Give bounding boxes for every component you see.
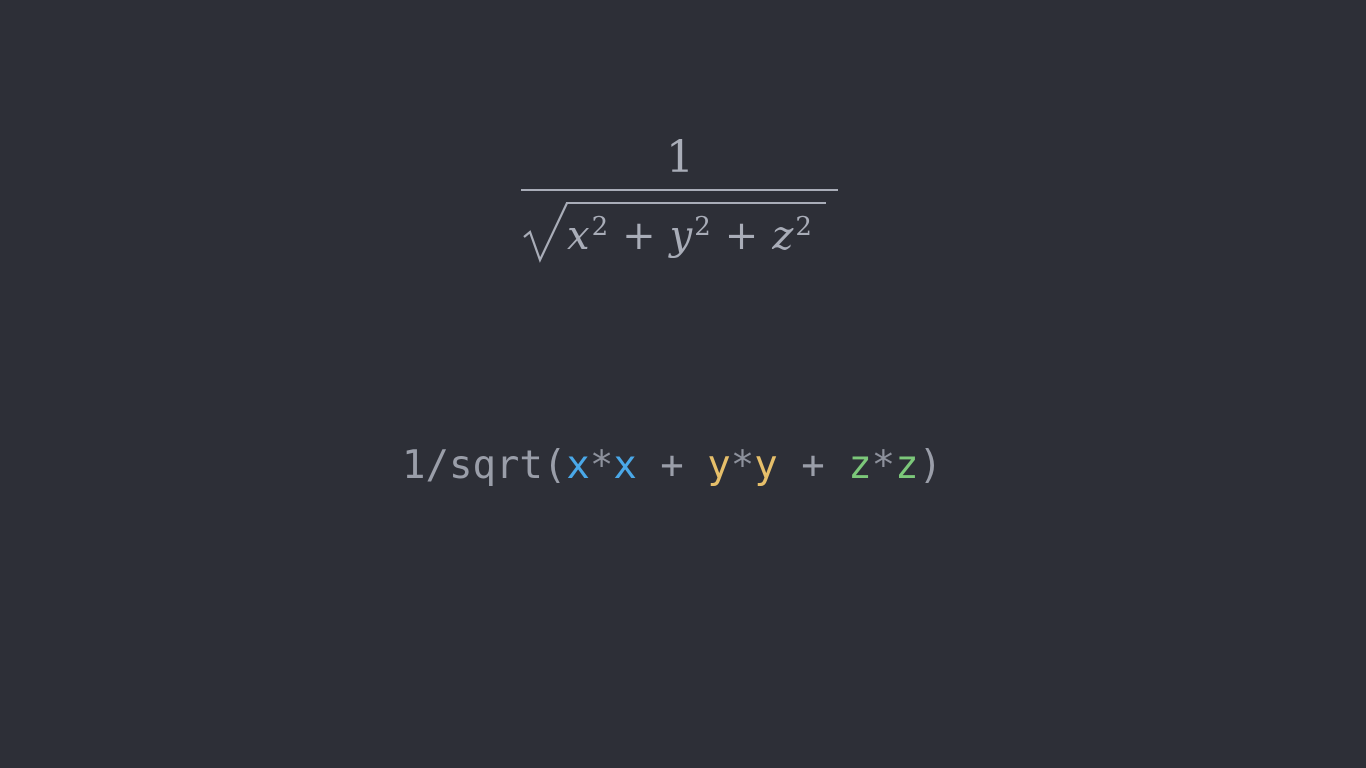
slide-canvas: 1 x2 + y2 + z2 1/sqrt(x*x + y*y + z*z)	[0, 0, 1366, 768]
formula-exp-z: 2	[795, 212, 812, 242]
formula-exp-y: 2	[694, 212, 711, 242]
code-y-star: *	[730, 443, 755, 488]
code-x-star: *	[589, 443, 614, 488]
code-x-right: x	[613, 443, 637, 488]
square-root-sign	[523, 202, 568, 263]
formula-plus-1: +	[622, 213, 656, 259]
formula-var-z: z	[772, 213, 794, 259]
square-root-vinculum	[566, 202, 826, 204]
code-suffix: )	[918, 443, 943, 488]
formula-exp-x: 2	[591, 212, 609, 242]
formula-var-x: x	[567, 213, 590, 259]
code-plus-2: +	[777, 443, 849, 488]
code-plus-1: +	[636, 443, 708, 488]
code-y-left: y	[707, 443, 731, 488]
code-expression: 1/sqrt(x*x + y*y + z*z)	[402, 443, 942, 489]
code-x-left: x	[566, 443, 590, 488]
code-y-right: y	[754, 443, 778, 488]
code-prefix: 1/sqrt(	[402, 443, 567, 488]
code-z-left: z	[848, 443, 872, 488]
code-z-right: z	[895, 443, 919, 488]
code-z-star: *	[871, 443, 896, 488]
fraction-bar	[521, 189, 838, 191]
math-formula: 1 x2 + y2 + z2	[521, 128, 839, 268]
formula-plus-2: +	[724, 213, 759, 259]
formula-var-y: y	[669, 213, 693, 259]
formula-radicand: x2 + y2 + z2	[567, 208, 812, 264]
formula-numerator: 1	[666, 132, 694, 183]
